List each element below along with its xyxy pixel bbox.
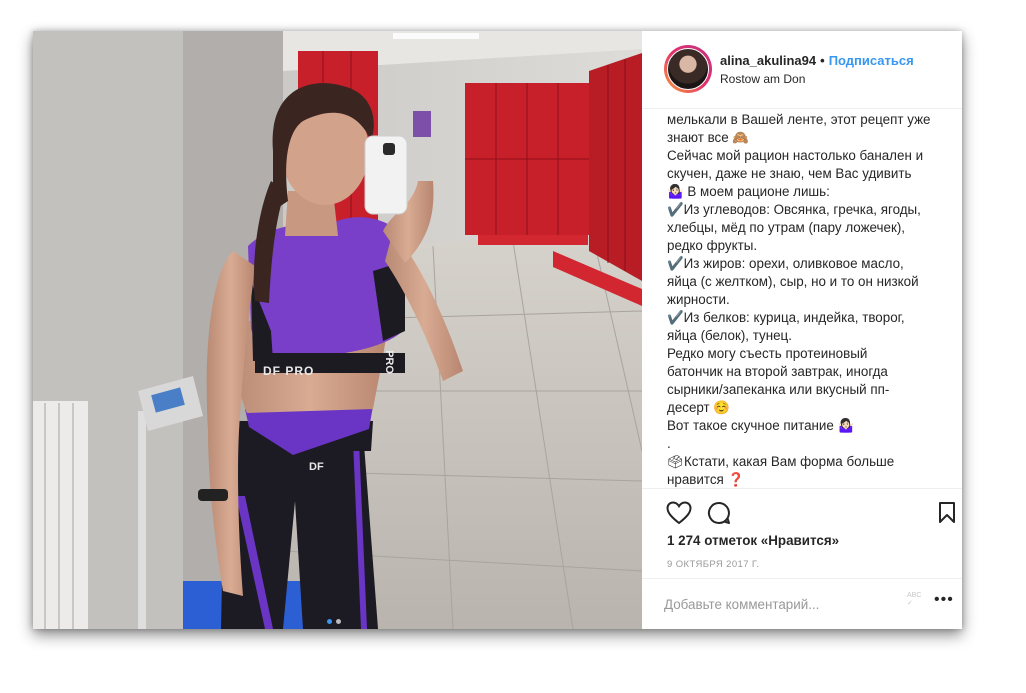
- heart-icon: [666, 501, 692, 525]
- post-photo[interactable]: DF PRO PRO DF: [33, 31, 642, 629]
- caption-line: скучен, даже не знаю, чем Вас удивить: [667, 166, 912, 181]
- caption-line: Вот такое скучное питание 🤷🏻‍♀️: [667, 418, 855, 433]
- caption-line: редко фрукты.: [667, 238, 758, 253]
- separator-dot: •: [820, 53, 825, 68]
- caption-line: 🤷🏻‍♀️ В моем рационе лишь:: [667, 184, 830, 199]
- user-line: alina_akulina94 • Подписаться: [720, 53, 914, 68]
- caption-line: десерт ☺️: [667, 400, 731, 415]
- caption-line: яйца (белок), тунец.: [667, 328, 792, 343]
- likes-count[interactable]: 1 274 отметок «Нравится»: [667, 533, 839, 548]
- avatar[interactable]: [667, 48, 709, 90]
- caption-line: ✔️Из белков: курица, индейка, творог,: [667, 310, 905, 325]
- instagram-post-card: DF PRO PRO DF alina_akulina94 • Подписатьс…: [33, 31, 962, 629]
- post-caption: мелькали в Вашей ленте, этот рецепт уже з…: [667, 111, 952, 488]
- selfie-photo: [33, 31, 642, 629]
- caption-line: хлебцы, мёд по утрам (пару ложечек),: [667, 220, 906, 235]
- location-link[interactable]: Rostow am Don: [720, 72, 805, 86]
- caption-line: .: [667, 436, 671, 451]
- caption-line: яйца (с желтком), сыр, но и то он низкой: [667, 274, 919, 289]
- caption-line: сырники/запеканка или вкусный пп-: [667, 382, 890, 397]
- carousel-dot-active: [327, 619, 332, 624]
- caption-line: мелькали в Вашей ленте, этот рецепт уже: [667, 112, 931, 127]
- caption-line: ✔️Из углеводов: Овсянка, гречка, ягоды,: [667, 202, 921, 217]
- save-button[interactable]: [938, 501, 956, 530]
- comment-button[interactable]: [707, 501, 731, 530]
- spellcheck-label: ABC: [907, 592, 922, 599]
- bookmark-icon: [939, 502, 955, 523]
- crop-top-print-side: PRO: [382, 350, 395, 374]
- like-button[interactable]: [666, 501, 692, 530]
- caption-line: ✔️Из жиров: орехи, оливковое масло,: [667, 256, 904, 271]
- post-date[interactable]: 9 октября 2017 г.: [667, 559, 759, 570]
- post-sidebar: alina_akulina94 • Подписаться Rostow am Do…: [642, 31, 962, 629]
- carousel-indicator: [325, 611, 343, 629]
- post-header: alina_akulina94 • Подписаться Rostow am Do…: [642, 31, 962, 109]
- caption-line: знают все 🙈: [667, 130, 750, 145]
- caption-line: нравится ❓: [667, 472, 745, 487]
- caption-line: жирности.: [667, 292, 730, 307]
- comment-input[interactable]: [664, 593, 904, 615]
- pants-print: DF: [309, 461, 324, 473]
- username-link[interactable]: alina_akulina94: [720, 53, 816, 68]
- caption-line: 🗳Кстати, какая Вам форма больше: [667, 454, 895, 469]
- comment-bar: ABC✓ •••: [642, 578, 962, 630]
- caption-line: Редко могу съесть протеиновый: [667, 346, 868, 361]
- more-options-button[interactable]: •••: [934, 591, 954, 609]
- caption-line: батончик на второй завтрак, иногда: [667, 364, 888, 379]
- avatar-story-ring[interactable]: [664, 45, 712, 93]
- follow-button[interactable]: Подписаться: [829, 53, 914, 68]
- comment-icon: [707, 501, 730, 524]
- spellcheck-icon: ABC ✓: [907, 592, 922, 607]
- crop-top-print: DF PRO: [263, 364, 315, 378]
- carousel-dot: [336, 619, 341, 624]
- caption-line: Сейчас мой рацион настолько банален и: [667, 148, 924, 163]
